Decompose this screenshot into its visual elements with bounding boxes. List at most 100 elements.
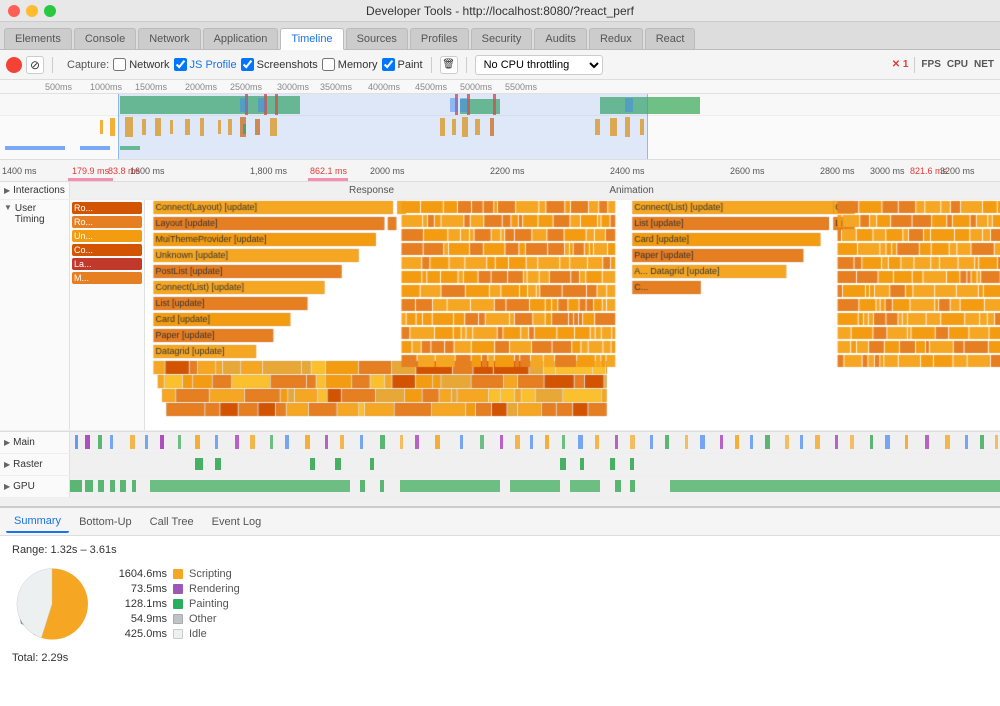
ruler-2600: 2600 ms	[730, 166, 765, 176]
tab-event-log[interactable]: Event Log	[204, 512, 270, 532]
clear-button[interactable]: ⊘	[26, 56, 44, 74]
other-ms: 54.9ms	[112, 613, 167, 625]
idle-ms: 425.0ms	[112, 628, 167, 640]
tab-redux[interactable]: Redux	[589, 28, 643, 49]
label-la: La...	[72, 258, 142, 270]
ruler-4000: 4000ms	[368, 82, 400, 92]
flame-content[interactable]	[145, 200, 1000, 430]
window-controls[interactable]	[8, 5, 56, 17]
toolbar-separator-2	[431, 57, 432, 73]
label-ro1: Ro...	[72, 202, 142, 214]
rendering-ms: 73.5ms	[112, 583, 167, 595]
user-timing-labels: Ro... Ro... Un... Co... La... M...	[70, 200, 145, 430]
raster-track: ▶ Raster	[0, 454, 1000, 476]
sep	[914, 57, 915, 73]
painting-ms: 128.1ms	[112, 598, 167, 610]
fps-label: FPS	[921, 59, 940, 70]
scripting-ms: 1604.6ms	[112, 568, 167, 580]
tab-react[interactable]: React	[645, 28, 696, 49]
scripting-label: Scripting	[189, 568, 232, 580]
bottom-tabs: Summary Bottom-Up Call Tree Event Log	[0, 508, 1000, 536]
flame-canvas	[145, 200, 1000, 430]
main-track: ▶ Main	[0, 432, 1000, 454]
ruler-179: 179.9 ms	[72, 166, 109, 176]
tab-timeline[interactable]: Timeline	[280, 28, 343, 50]
tab-application[interactable]: Application	[203, 28, 279, 49]
ruler-5000: 5000ms	[460, 82, 492, 92]
pink-bar-1	[68, 178, 113, 181]
ruler-2000: 2000 ms	[370, 166, 405, 176]
tab-sources[interactable]: Sources	[346, 28, 408, 49]
legend: 1604.6ms Scripting 73.5ms Rendering 128.…	[112, 568, 240, 640]
rendering-color	[173, 584, 183, 594]
response-label: Response	[349, 185, 394, 196]
painting-color	[173, 599, 183, 609]
tab-bottom-up[interactable]: Bottom-Up	[71, 512, 140, 532]
tracks: ▶ Main	[0, 431, 1000, 506]
title-bar: Developer Tools - http://localhost:8080/…	[0, 0, 1000, 22]
main-label[interactable]: ▶ Main	[0, 432, 70, 453]
gpu-content	[70, 476, 1000, 497]
idle-color	[173, 629, 183, 639]
maximize-button[interactable]	[44, 5, 56, 17]
minimize-button[interactable]	[26, 5, 38, 17]
tab-summary[interactable]: Summary	[6, 511, 69, 533]
tab-audits[interactable]: Audits	[534, 28, 587, 49]
label-m: M...	[72, 272, 142, 284]
pink-bar-2	[308, 178, 348, 181]
ruler-2800: 2800 ms	[820, 166, 855, 176]
tab-call-tree[interactable]: Call Tree	[142, 512, 202, 532]
raster-content	[70, 454, 1000, 475]
tab-console[interactable]: Console	[74, 28, 136, 49]
toolbar-separator-1	[52, 57, 53, 73]
summary-area: 1604.6ms Scripting 73.5ms Rendering 128.…	[12, 564, 988, 644]
ruler-1600: 1600 ms	[130, 166, 165, 176]
label-co: Co...	[72, 244, 142, 256]
cpu-throttle-select[interactable]: No CPU throttling 2x slowdown 4x slowdow…	[475, 55, 603, 75]
other-label: Other	[189, 613, 217, 625]
ruler-3500: 3500ms	[320, 82, 352, 92]
pie-chart	[12, 564, 92, 644]
screenshots-checkbox[interactable]: Screenshots	[241, 58, 318, 71]
ruler-3000: 3000 ms	[870, 166, 905, 176]
bottom-panel: Summary Bottom-Up Call Tree Event Log Ra…	[0, 506, 1000, 706]
tab-profiles[interactable]: Profiles	[410, 28, 469, 49]
label-un: Un...	[72, 230, 142, 242]
interactions-label[interactable]: ▶ Interactions	[0, 182, 70, 199]
ruler-3200: 3200 ms	[940, 166, 975, 176]
rendering-label: Rendering	[189, 583, 240, 595]
legend-scripting: 1604.6ms Scripting	[112, 568, 240, 580]
ruler-2200: 2200 ms	[490, 166, 525, 176]
memory-checkbox[interactable]: Memory	[322, 58, 378, 71]
paint-checkbox[interactable]: Paint	[382, 58, 423, 71]
user-timing-label[interactable]: ▼ User Timing	[0, 200, 70, 430]
tab-network[interactable]: Network	[138, 28, 200, 49]
total-text: Total: 2.29s	[12, 652, 988, 664]
flame-chart-ruler: 1400 ms 179.9 ms 83.8 ms 1600 ms 1,800 m…	[0, 160, 1000, 182]
main-content	[70, 432, 1000, 453]
js-profile-checkbox[interactable]: JS Profile	[174, 58, 237, 71]
overview-content[interactable]	[0, 94, 1000, 160]
other-color	[173, 614, 183, 624]
overview-panel: 500ms 1000ms 1500ms 2000ms 2500ms 3000ms…	[0, 80, 1000, 160]
ruler-5500: 5500ms	[505, 82, 537, 92]
ruler-2400: 2400 ms	[610, 166, 645, 176]
delete-button[interactable]: 🗑	[440, 56, 458, 74]
gpu-label[interactable]: ▶ GPU	[0, 476, 70, 497]
tab-security[interactable]: Security	[471, 28, 533, 49]
main-chart	[70, 432, 1000, 453]
ruler-1400: 1400 ms	[2, 166, 37, 176]
ruler-2000: 2000ms	[185, 82, 217, 92]
tab-elements[interactable]: Elements	[4, 28, 72, 49]
close-button[interactable]	[8, 5, 20, 17]
record-button[interactable]	[6, 57, 22, 73]
raster-chart	[70, 454, 1000, 475]
legend-rendering: 73.5ms Rendering	[112, 583, 240, 595]
raster-label[interactable]: ▶ Raster	[0, 454, 70, 475]
overview-selection[interactable]	[118, 94, 648, 160]
ruler-3000: 3000ms	[277, 82, 309, 92]
cpu-label: CPU	[947, 59, 968, 70]
network-checkbox[interactable]: Network	[113, 58, 169, 71]
legend-idle: 425.0ms Idle	[112, 628, 240, 640]
bottom-content: Range: 1.32s – 3.61s 1604.6ms	[0, 536, 1000, 706]
